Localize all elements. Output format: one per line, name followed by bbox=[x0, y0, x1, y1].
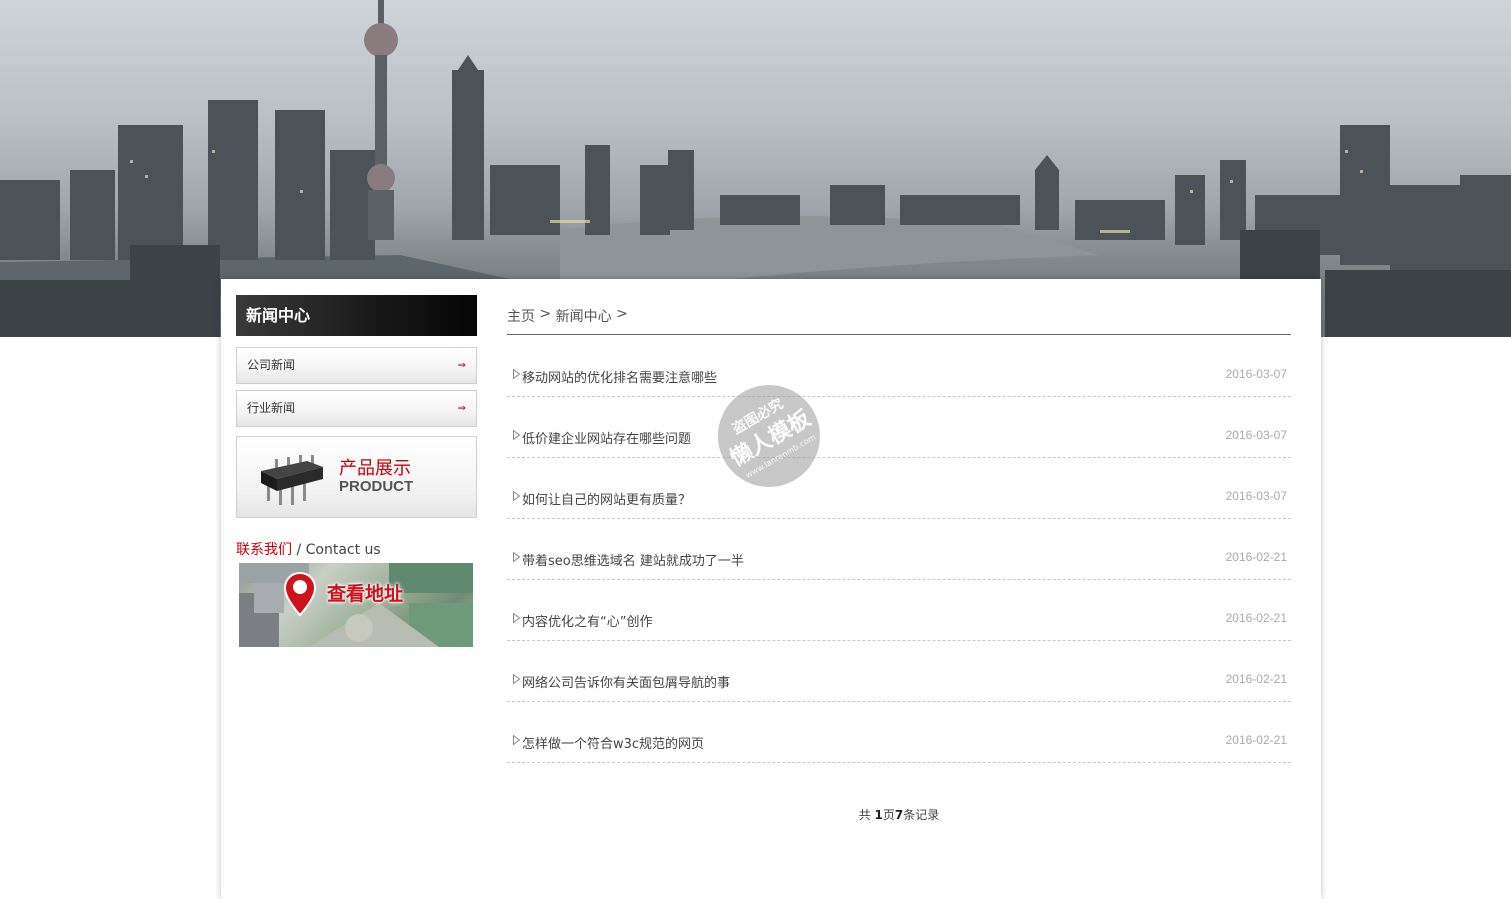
breadcrumb-separator: > bbox=[611, 306, 628, 322]
news-date: 2016-03-07 bbox=[1225, 489, 1287, 503]
triangle-bullet-icon bbox=[513, 552, 520, 562]
pagination-summary: 共 1页7条记录 bbox=[507, 806, 1291, 823]
watermark-logo: 盗图必究 懒人模板 www.lanrenmb.com bbox=[718, 385, 820, 487]
map-label: 查看地址 bbox=[327, 583, 404, 605]
news-item[interactable]: 移动网站的优化排名需要注意哪些 2016-03-07 bbox=[507, 358, 1291, 397]
news-title[interactable]: 怎样做一个符合w3c规范的网页 bbox=[522, 733, 704, 752]
news-title[interactable]: 移动网站的优化排名需要注意哪些 bbox=[522, 367, 717, 386]
news-date: 2016-03-07 bbox=[1225, 367, 1287, 381]
news-date: 2016-02-21 bbox=[1225, 672, 1287, 686]
news-title[interactable]: 网络公司告诉你有关面包屑导航的事 bbox=[522, 672, 730, 691]
arrow-right-icon: ⇒ bbox=[457, 403, 466, 414]
news-title[interactable]: 带着seo思维选域名 建站就成功了一半 bbox=[522, 550, 744, 569]
main-container: 新闻中心 公司新闻 ⇒ 行业新闻 ⇒ 产品展示 PRODUCT 联系我们 / C… bbox=[221, 279, 1321, 899]
news-date: 2016-02-21 bbox=[1225, 550, 1287, 564]
news-item[interactable]: 内容优化之有“心”创作 2016-02-21 bbox=[507, 602, 1291, 641]
pager-record-count: 7 bbox=[894, 808, 904, 822]
arrow-right-icon: ⇒ bbox=[457, 360, 466, 371]
news-item[interactable]: 低价建企业网站存在哪些问题 2016-03-07 bbox=[507, 419, 1291, 458]
news-item[interactable]: 带着seo思维选域名 建站就成功了一半 2016-02-21 bbox=[507, 541, 1291, 580]
breadcrumb: 主页 > 新闻中心 > bbox=[507, 306, 1291, 335]
contact-label-en: Contact us bbox=[305, 542, 381, 558]
product-title-en: PRODUCT bbox=[339, 478, 414, 495]
contact-heading: 联系我们 / Contact us bbox=[236, 539, 381, 559]
news-title[interactable]: 低价建企业网站存在哪些问题 bbox=[522, 428, 691, 447]
news-date: 2016-02-21 bbox=[1225, 611, 1287, 625]
product-showcase-link[interactable]: 产品展示 PRODUCT bbox=[236, 436, 477, 518]
breadcrumb-home[interactable]: 主页 bbox=[507, 309, 535, 325]
triangle-bullet-icon bbox=[513, 491, 520, 501]
pager-prefix: 共 bbox=[858, 808, 875, 822]
triangle-bullet-icon bbox=[513, 430, 520, 440]
news-item[interactable]: 如何让自己的网站更有质量？ 2016-03-07 bbox=[507, 480, 1291, 519]
news-item[interactable]: 怎样做一个符合w3c规范的网页 2016-02-21 bbox=[507, 724, 1291, 763]
triangle-bullet-icon bbox=[513, 674, 520, 684]
news-date: 2016-03-07 bbox=[1225, 428, 1287, 442]
pager-page-count: 1 bbox=[874, 808, 883, 822]
news-date: 2016-02-21 bbox=[1225, 733, 1287, 747]
location-pin-icon bbox=[283, 571, 317, 617]
breadcrumb-current[interactable]: 新闻中心 bbox=[556, 309, 612, 325]
news-title[interactable]: 如何让自己的网站更有质量？ bbox=[522, 489, 691, 508]
product-title-cn: 产品展示 bbox=[339, 458, 411, 479]
breadcrumb-separator: > bbox=[535, 306, 556, 322]
contact-label-cn: 联系我们 bbox=[236, 542, 292, 558]
pager-suffix: 条记录 bbox=[903, 808, 940, 822]
sidebar-item-industry-news[interactable]: 行业新闻 ⇒ bbox=[236, 390, 477, 427]
triangle-bullet-icon bbox=[513, 735, 520, 745]
sidebar-item-company-news[interactable]: 公司新闻 ⇒ bbox=[236, 347, 477, 384]
triangle-bullet-icon bbox=[513, 613, 520, 623]
map-address-link[interactable]: 查看地址 bbox=[239, 563, 473, 647]
sidebar-item-label: 公司新闻 bbox=[247, 358, 296, 372]
triangle-bullet-icon bbox=[513, 369, 520, 379]
news-item[interactable]: 网络公司告诉你有关面包屑导航的事 2016-02-21 bbox=[507, 663, 1291, 702]
sidebar-item-label: 行业新闻 bbox=[247, 401, 296, 415]
sidebar-title: 新闻中心 bbox=[236, 295, 477, 336]
chip-icon bbox=[261, 455, 323, 505]
news-title[interactable]: 内容优化之有“心”创作 bbox=[522, 611, 652, 630]
contact-separator: / bbox=[292, 542, 306, 558]
pager-mid: 页 bbox=[882, 808, 895, 822]
